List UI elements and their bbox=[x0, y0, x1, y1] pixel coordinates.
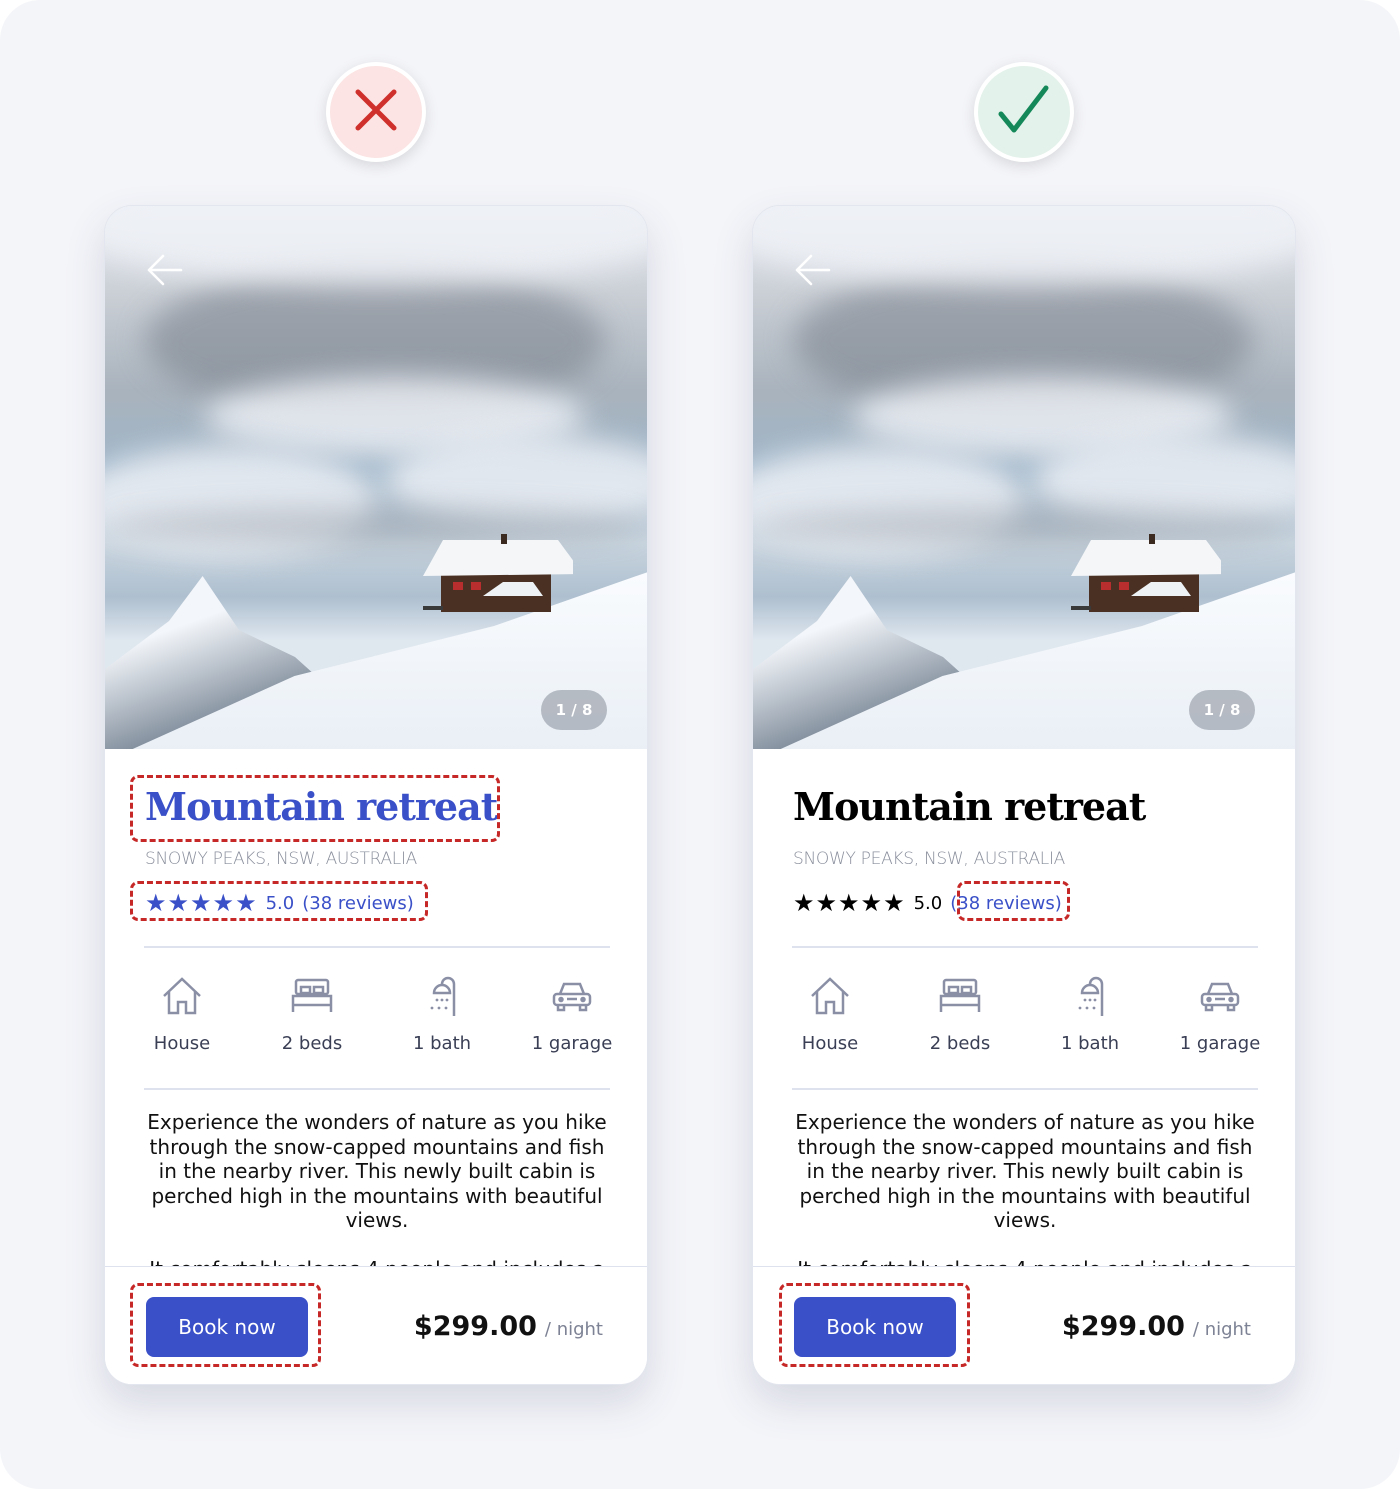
listing-title: Mountain retreat bbox=[145, 784, 498, 829]
reviews-link[interactable]: (38 reviews) bbox=[302, 893, 414, 914]
price-unit: / night bbox=[1192, 1319, 1251, 1340]
incorrect-badge bbox=[326, 62, 426, 162]
divider bbox=[792, 1088, 1258, 1090]
feature-label: 1 garage bbox=[1179, 1033, 1261, 1054]
star-rating-icons: ★★★★★ bbox=[145, 889, 258, 917]
feature-2-beds: 2 beds bbox=[257, 976, 367, 1054]
features-row: House 2 beds 1 bath 1 garage bbox=[127, 976, 627, 1054]
booking-footer: Book now $299.00 / night bbox=[105, 1266, 647, 1384]
features-row: House 2 beds 1 bath 1 garage bbox=[775, 976, 1275, 1054]
feature-2-beds: 2 beds bbox=[905, 976, 1015, 1054]
cabin-graphic bbox=[1071, 534, 1221, 612]
car-icon bbox=[1198, 976, 1242, 1033]
listing-photo[interactable]: 1 / 8 bbox=[753, 206, 1295, 749]
check-icon bbox=[996, 84, 1052, 140]
feature-1-bath: 1 bath bbox=[387, 976, 497, 1054]
reviews-link[interactable]: (38 reviews) bbox=[950, 893, 1062, 914]
photo-counter: 1 / 8 bbox=[541, 690, 607, 730]
feature-label: 1 garage bbox=[531, 1033, 613, 1054]
price-unit: / night bbox=[544, 1319, 603, 1340]
location: SNOWY PEAKS, NSW, AUSTRALIA bbox=[793, 849, 1065, 869]
rating-value: 5.0 bbox=[913, 892, 943, 914]
description: Experience the wonders of nature as you … bbox=[795, 1110, 1255, 1281]
car-icon bbox=[550, 976, 594, 1033]
listing-card-incorrect: 1 / 8 Mountain retreat SNOWY PEAKS, NSW,… bbox=[104, 205, 648, 1385]
rating-value: 5.0 bbox=[265, 892, 295, 914]
rating-row: ★★★★★ 5.0 (38 reviews) bbox=[145, 889, 414, 917]
listing-photo[interactable]: 1 / 8 bbox=[105, 206, 647, 749]
feature-house: House bbox=[127, 976, 237, 1054]
house-icon bbox=[808, 976, 852, 1033]
price-amount: $299.00 bbox=[413, 1311, 537, 1342]
description: Experience the wonders of nature as you … bbox=[147, 1110, 607, 1281]
feature-label: House bbox=[153, 1033, 211, 1054]
divider bbox=[144, 946, 610, 948]
book-now-button[interactable]: Book now bbox=[794, 1297, 956, 1357]
bed-icon bbox=[938, 976, 982, 1033]
listing-card-correct: 1 / 8 Mountain retreat SNOWY PEAKS, NSW,… bbox=[752, 205, 1296, 1385]
feature-label: 2 beds bbox=[929, 1033, 991, 1054]
bed-icon bbox=[290, 976, 334, 1033]
price: $299.00 / night bbox=[414, 1311, 603, 1342]
shower-icon bbox=[420, 976, 464, 1033]
location: SNOWY PEAKS, NSW, AUSTRALIA bbox=[145, 849, 417, 869]
feature-label: House bbox=[801, 1033, 859, 1054]
cabin-graphic bbox=[423, 534, 573, 612]
divider bbox=[144, 1088, 610, 1090]
feature-1-garage: 1 garage bbox=[1165, 976, 1275, 1054]
back-arrow-icon[interactable] bbox=[145, 250, 185, 294]
divider bbox=[792, 946, 1258, 948]
correct-badge bbox=[974, 62, 1074, 162]
feature-label: 1 bath bbox=[412, 1033, 472, 1054]
cross-icon bbox=[352, 86, 400, 138]
booking-footer: Book now $299.00 / night bbox=[753, 1266, 1295, 1384]
star-rating-icons: ★★★★★ bbox=[793, 889, 906, 917]
rating-row: ★★★★★ 5.0 (38 reviews) bbox=[793, 889, 1062, 917]
house-icon bbox=[160, 976, 204, 1033]
shower-icon bbox=[1068, 976, 1112, 1033]
price-amount: $299.00 bbox=[1061, 1311, 1185, 1342]
feature-label: 2 beds bbox=[281, 1033, 343, 1054]
back-arrow-icon[interactable] bbox=[793, 250, 833, 294]
listing-title: Mountain retreat bbox=[793, 784, 1146, 829]
book-now-button[interactable]: Book now bbox=[146, 1297, 308, 1357]
price: $299.00 / night bbox=[1062, 1311, 1251, 1342]
feature-house: House bbox=[775, 976, 885, 1054]
photo-counter: 1 / 8 bbox=[1189, 690, 1255, 730]
feature-1-garage: 1 garage bbox=[517, 976, 627, 1054]
feature-1-bath: 1 bath bbox=[1035, 976, 1145, 1054]
feature-label: 1 bath bbox=[1060, 1033, 1120, 1054]
